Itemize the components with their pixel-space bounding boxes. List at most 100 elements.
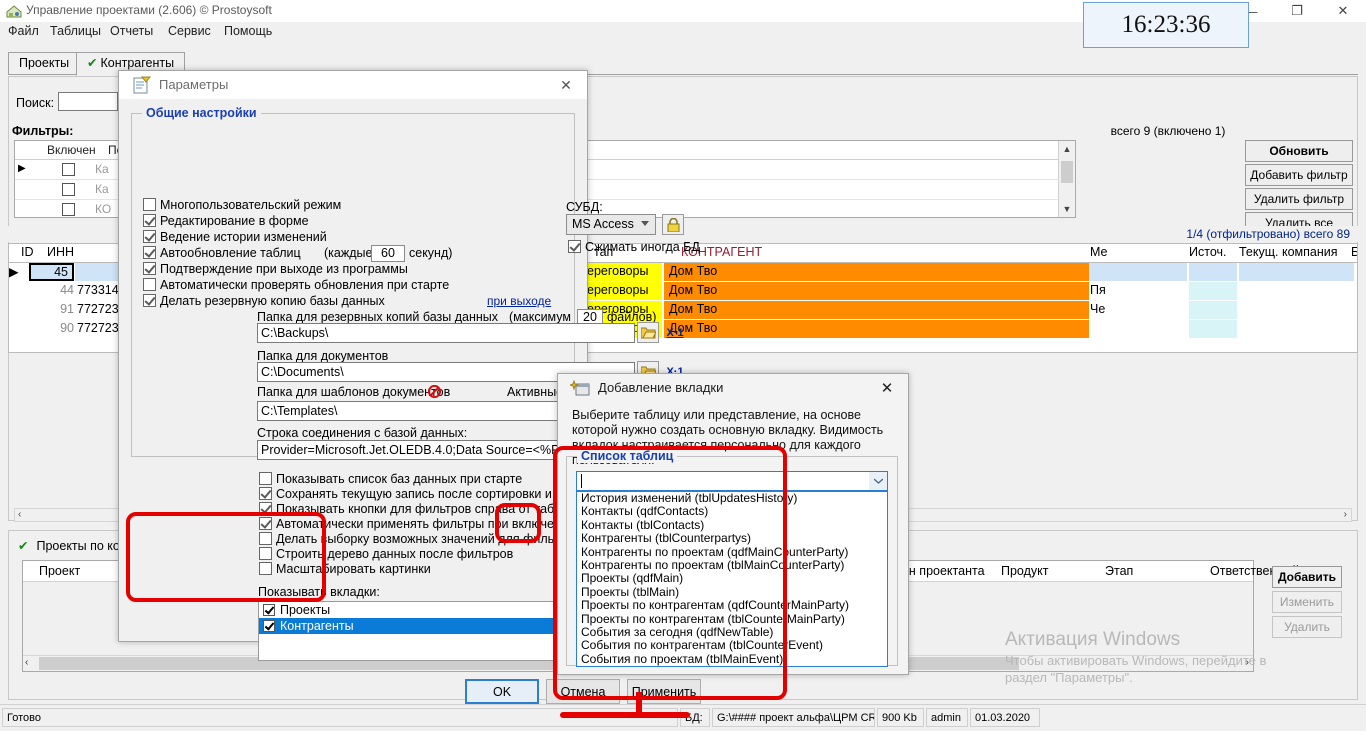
checkbox-compact-db[interactable]: Сжимать иногда БД xyxy=(568,240,700,254)
checkbox-box[interactable] xyxy=(143,246,156,259)
checkbox-box[interactable] xyxy=(259,562,272,575)
filter-enabled-checkbox[interactable] xyxy=(62,163,75,176)
checkbox-exit-confirmation[interactable]: Подтверждение при выходе из программы xyxy=(143,262,408,276)
ok-button[interactable]: OK xyxy=(465,679,539,704)
close-icon[interactable]: ✕ xyxy=(876,378,898,398)
checkbox-autoupdate-tables[interactable]: Автообновление таблиц xyxy=(143,246,301,260)
checkbox-box[interactable] xyxy=(143,214,156,227)
list-item[interactable]: Проекты по контрагентам (tblCounterMainP… xyxy=(577,613,887,626)
scroll-up-icon[interactable]: ▲ xyxy=(1059,141,1075,157)
list-item[interactable]: Контрагенты по проектам (qdfMainCounterP… xyxy=(577,546,887,559)
watermark-line2: Чтобы активировать Windows, перейдите в xyxy=(1005,652,1345,669)
menu-item-tables[interactable]: Таблицы xyxy=(50,24,101,38)
add-button[interactable]: Добавить xyxy=(1272,566,1342,588)
checkbox-box[interactable] xyxy=(143,278,156,291)
checkbox-box[interactable] xyxy=(143,262,156,275)
delete-filter-button[interactable]: Удалить фильтр xyxy=(1245,188,1353,210)
checkbox-build-tree[interactable]: Строить дерево данных после фильтров xyxy=(259,547,513,561)
cancel-button[interactable]: Отмена xyxy=(546,679,620,704)
tables-list-legend: Список таблиц xyxy=(577,449,677,463)
status-bar: Готово БД: G:\#### проект альфа\ЦРМ CRM … xyxy=(0,704,1366,731)
checkbox-box[interactable] xyxy=(568,240,581,253)
scroll-left-icon[interactable]: ‹ xyxy=(25,657,28,668)
scroll-down-icon[interactable]: ▼ xyxy=(1059,201,1075,217)
edit-button[interactable]: Изменить xyxy=(1272,591,1342,613)
checkbox-box[interactable] xyxy=(263,620,275,632)
list-item[interactable]: Контрагенты по проектам (tblMainCounterP… xyxy=(577,559,887,572)
filters-scrollbar[interactable]: ▲ ▼ xyxy=(1058,141,1075,217)
table-search-input[interactable] xyxy=(576,471,888,491)
checkbox-label: Редактирование в форме xyxy=(160,214,309,228)
cell-id[interactable]: 45 xyxy=(29,263,74,281)
checkbox-box[interactable] xyxy=(259,502,272,515)
bottom-col-stage: Этап xyxy=(1105,564,1133,578)
refresh-button[interactable]: Обновить xyxy=(1245,140,1353,162)
autoupdate-seconds-input[interactable]: 60 xyxy=(371,245,405,262)
checkbox-box[interactable] xyxy=(263,604,275,616)
grid-col-inn: ИНН xyxy=(47,245,74,259)
list-item[interactable]: Проекты (tblMain) xyxy=(577,586,887,599)
checkbox-scale-images[interactable]: Масштабировать картинки xyxy=(259,562,431,576)
list-item[interactable]: История изменений (tblUpdatesHistory) xyxy=(577,492,887,505)
list-item[interactable]: Сотрудники (tblUsers) xyxy=(577,666,887,667)
close-icon[interactable]: ✕ xyxy=(553,74,579,96)
backup-folder-input[interactable]: C:\Backups\ xyxy=(257,323,635,343)
scroll-thumb[interactable] xyxy=(1061,161,1073,183)
show-tabs-label: Показывать вкладки: xyxy=(258,585,380,599)
checkbox-box[interactable] xyxy=(143,294,156,307)
list-item[interactable]: Проекты (qdfMain) xyxy=(577,572,887,585)
checkbox-box[interactable] xyxy=(259,472,272,485)
add-tab-dialog[interactable]: Добавление вкладки ✕ Выберите таблицу ил… xyxy=(557,373,909,675)
list-item[interactable]: Проекты по контрагентам (qdfCounterMainP… xyxy=(577,599,887,612)
list-item[interactable]: События по контрагентам (tblCounterEvent… xyxy=(577,639,887,652)
checkbox-box[interactable] xyxy=(259,487,272,500)
apply-button[interactable]: Применить xyxy=(627,679,701,704)
status-db-size: 900 Kb xyxy=(877,708,924,727)
checkbox-box[interactable] xyxy=(143,230,156,243)
dbms-select[interactable]: MS Access xyxy=(566,214,656,235)
chevron-down-icon xyxy=(641,221,649,226)
list-item[interactable]: Контакты (qdfContacts) xyxy=(577,505,887,518)
checkbox-box[interactable] xyxy=(143,198,156,211)
grid-col-me: Ме xyxy=(1090,245,1108,259)
chevron-down-icon[interactable] xyxy=(869,472,887,490)
checkbox-multiuser[interactable]: Многопользовательский режим xyxy=(143,198,341,212)
status-user: admin xyxy=(926,708,968,727)
list-item[interactable]: События за сегодня (qdfNewTable) xyxy=(577,626,887,639)
menu-item-file[interactable]: Файл xyxy=(8,24,39,38)
scroll-left-icon[interactable]: ‹ xyxy=(18,509,21,520)
tab-projects[interactable]: Проекты xyxy=(8,52,80,74)
checkbox-backup-db[interactable]: Делать резервную копию базы данных xyxy=(143,294,385,308)
list-item[interactable]: Контрагенты (tblCounterpartys) xyxy=(577,532,887,545)
list-item[interactable]: События по проектам (tblMainEvent) xyxy=(577,653,887,666)
list-item[interactable]: Контакты (tblContacts) xyxy=(577,519,887,532)
backup-on-exit-link[interactable]: при выходе xyxy=(487,294,551,308)
checkbox-box[interactable] xyxy=(259,517,272,530)
search-input[interactable] xyxy=(58,92,118,111)
parameters-dialog[interactable]: Параметры ✕ Общие настройки Многопользов… xyxy=(118,70,588,642)
menu-item-reports[interactable]: Отчеты xyxy=(110,24,153,38)
maximize-icon[interactable]: ❐ xyxy=(1274,0,1320,22)
windows-activation-watermark: Активация Windows Чтобы активировать Win… xyxy=(1005,628,1345,686)
checkbox-form-editing[interactable]: Редактирование в форме xyxy=(143,214,309,228)
checkbox-filter-values[interactable]: Делать выборку возможных значений для фи… xyxy=(259,532,579,546)
checkbox-label: Подтверждение при выходе из программы xyxy=(160,262,408,276)
checkbox-box[interactable] xyxy=(259,532,272,545)
close-icon[interactable]: ✕ xyxy=(1320,0,1366,22)
clear-path-icon[interactable]: X·1 xyxy=(664,322,686,343)
checkbox-label: Строить дерево данных после фильтров xyxy=(276,547,513,561)
checkbox-change-history[interactable]: Ведение истории изменений xyxy=(143,230,327,244)
add-filter-button[interactable]: Добавить фильтр xyxy=(1245,164,1353,186)
browse-folder-icon[interactable] xyxy=(637,322,659,343)
checkbox-check-updates[interactable]: Автоматически проверять обновления при с… xyxy=(143,278,449,292)
search-label: Поиск: xyxy=(16,96,54,110)
checkbox-box[interactable] xyxy=(259,547,272,560)
menu-item-help[interactable]: Помощь xyxy=(224,24,272,38)
filter-enabled-checkbox[interactable] xyxy=(62,203,75,216)
tables-dropdown-list[interactable]: История изменений (tblUpdatesHistory) Ко… xyxy=(576,491,888,667)
menu-item-service[interactable]: Сервис xyxy=(168,24,211,38)
scroll-right-icon[interactable]: › xyxy=(1344,509,1347,520)
lock-icon[interactable] xyxy=(662,214,684,235)
checkbox-show-db-list[interactable]: Показывать список баз данных при старте xyxy=(259,472,522,486)
filter-enabled-checkbox[interactable] xyxy=(62,183,75,196)
